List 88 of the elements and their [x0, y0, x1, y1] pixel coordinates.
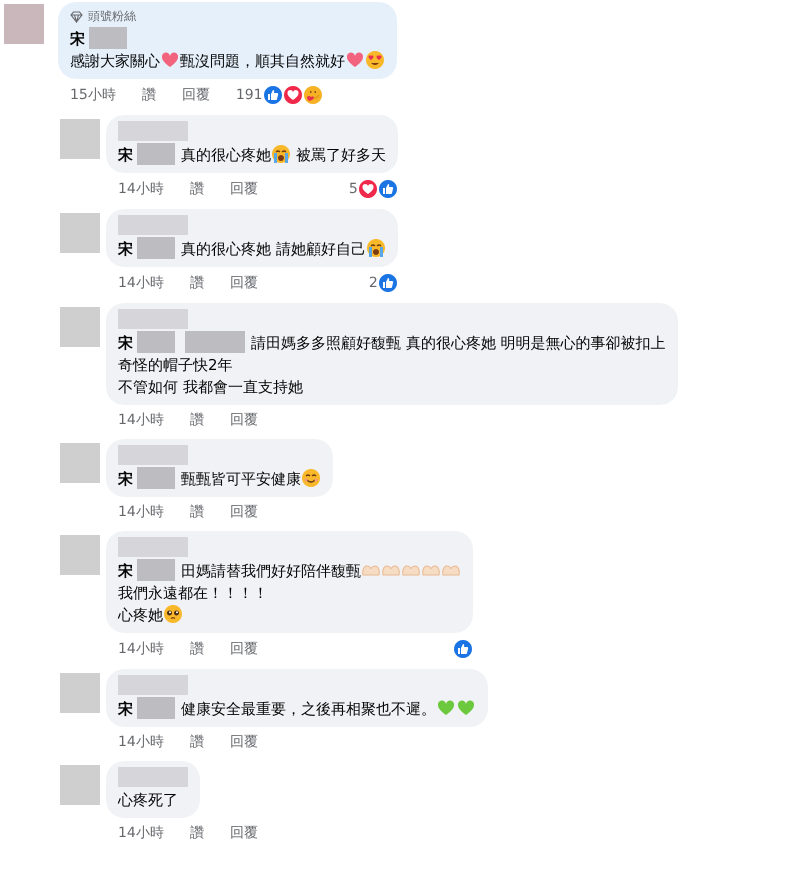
like-link[interactable]: 讚	[190, 824, 204, 842]
like-reaction-icon	[453, 639, 473, 659]
crying-emoji	[271, 144, 291, 164]
blurred-name	[118, 675, 188, 695]
comment-time[interactable]: 14小時	[118, 411, 164, 429]
care-reaction-icon	[302, 85, 323, 105]
like-link[interactable]: 讚	[190, 411, 204, 429]
blurred-name	[118, 767, 188, 787]
comment-text: 請田媽多多照顧好馥甄 真的很心疼她 明明是無心的事卻被扣上	[251, 334, 666, 352]
comment-text: 心疼死了	[118, 791, 178, 809]
blurred-avatar[interactable]	[60, 119, 100, 159]
blurred-name	[137, 237, 175, 259]
crying-emoji	[366, 238, 386, 258]
blurred-name	[118, 537, 188, 557]
comment-time[interactable]: 14小時	[118, 733, 164, 751]
top-fan-label: 頭號粉絲	[88, 8, 136, 25]
blurred-name	[118, 445, 188, 465]
pleading-emoji	[163, 604, 183, 624]
author-name[interactable]: 宋	[118, 240, 133, 258]
like-link[interactable]: 讚	[190, 503, 204, 521]
comment-time[interactable]: 15小時	[70, 86, 116, 104]
blurred-avatar[interactable]	[60, 213, 100, 253]
comment-text: 田媽請替我們好好陪伴馥甄	[181, 562, 361, 580]
blurred-name	[89, 27, 127, 49]
comment-time[interactable]: 14小時	[118, 824, 164, 842]
heart-emoji	[345, 50, 365, 70]
blurred-name	[118, 121, 188, 141]
like-reaction-icon	[378, 179, 398, 199]
comment-time[interactable]: 14小時	[118, 274, 164, 292]
comment-text: 甄甄皆可平安健康	[181, 470, 301, 488]
love-reaction-icon	[358, 179, 378, 199]
like-link[interactable]: 讚	[142, 86, 156, 104]
blurred-name	[118, 309, 188, 329]
reaction-count[interactable]: 191	[236, 87, 263, 103]
blurred-name	[137, 559, 175, 581]
comment-text: 真的很心疼她 請她顧好自己	[181, 240, 366, 258]
reply-link[interactable]: 回覆	[230, 733, 258, 751]
comment-time[interactable]: 14小時	[118, 180, 164, 198]
love-reaction-icon	[282, 85, 303, 105]
comment-text: 感謝大家關心	[70, 52, 160, 70]
reaction-count[interactable]: 2	[368, 275, 378, 291]
comment-text: 健康安全最重要，之後再相聚也不遲。	[181, 700, 436, 718]
comment-text: 奇怪的帽子快2年	[118, 356, 233, 374]
blurred-avatar[interactable]	[60, 673, 100, 713]
blurred-name	[118, 215, 188, 235]
blurred-avatar[interactable]	[60, 535, 100, 575]
like-link[interactable]: 讚	[190, 733, 204, 751]
comment-time[interactable]: 14小時	[118, 640, 164, 658]
author-name[interactable]: 宋	[118, 470, 133, 488]
blurred-name	[137, 697, 175, 719]
author-name[interactable]: 宋	[118, 700, 133, 718]
heart-emoji	[436, 698, 456, 718]
heart-eyes-emoji	[365, 50, 385, 70]
reply-link[interactable]: 回覆	[182, 86, 210, 104]
blurred-avatar[interactable]	[60, 307, 100, 347]
like-link[interactable]: 讚	[190, 640, 204, 658]
like-link[interactable]: 讚	[190, 180, 204, 198]
reaction-count[interactable]: 5	[348, 181, 358, 197]
blurred-avatar[interactable]	[60, 443, 100, 483]
blurred-name	[137, 331, 175, 353]
reply-link[interactable]: 回覆	[230, 640, 258, 658]
blurred-name	[137, 143, 175, 165]
comment-time[interactable]: 14小時	[118, 503, 164, 521]
blurred-name	[137, 467, 175, 489]
heart-emoji	[456, 698, 476, 718]
blurred-avatar[interactable]	[4, 4, 44, 44]
heart-emoji	[160, 50, 180, 70]
author-name[interactable]: 宋	[118, 562, 133, 580]
author-name[interactable]: 宋	[118, 334, 133, 352]
comment-text: 心疼她	[118, 606, 163, 624]
author-name[interactable]: 宋	[70, 30, 85, 48]
smiling-emoji	[301, 468, 321, 488]
reply-link[interactable]: 回覆	[230, 411, 258, 429]
reply-link[interactable]: 回覆	[230, 503, 258, 521]
comment-text: 甄沒問題，順其自然就好	[180, 52, 345, 70]
author-name[interactable]: 宋	[118, 146, 133, 164]
comment-text: 不管如何 我都會一直支持她	[118, 378, 303, 396]
like-reaction-icon	[262, 85, 283, 105]
comment-text: 真的很心疼她	[181, 146, 271, 164]
like-reaction-icon	[378, 273, 398, 293]
comment-text: 我們永遠都在！！！！	[118, 584, 268, 602]
reply-link[interactable]: 回覆	[230, 180, 258, 198]
comment-text: 被罵了好多天	[294, 146, 386, 164]
reply-link[interactable]: 回覆	[230, 274, 258, 292]
blurred-avatar[interactable]	[60, 765, 100, 805]
reply-link[interactable]: 回覆	[230, 824, 258, 842]
like-link[interactable]: 讚	[190, 274, 204, 292]
diamond-icon	[70, 10, 83, 22]
